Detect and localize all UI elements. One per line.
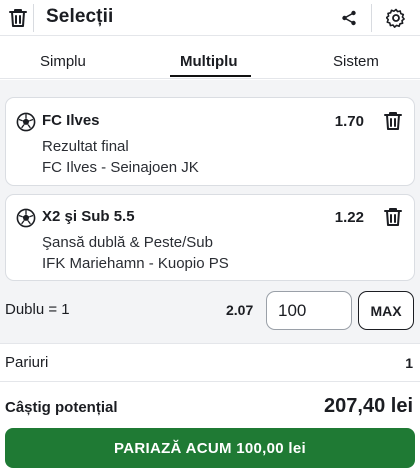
total-odds: 2.07 [226, 302, 254, 318]
selection-odds: 1.70 [334, 113, 364, 130]
selection-event: IFK Mariehamn - Kuopio PS [42, 255, 229, 272]
tab-simplu[interactable]: Simplu [40, 53, 86, 70]
stake-input[interactable] [266, 291, 352, 330]
bets-count-label: Pariuri [5, 354, 49, 371]
football-icon [16, 208, 36, 228]
place-bet-button[interactable]: PARIAZĂ ACUM 100,00 lei [5, 428, 415, 468]
selection-name: X2 şi Sub 5.5 [42, 208, 135, 225]
bet-type-tabs: Simplu Multiplu Sistem [0, 37, 420, 79]
selection-card: FC Ilves 1.70 Rezultat final FC Ilves - … [5, 97, 415, 186]
trash-icon[interactable] [6, 6, 30, 30]
tab-multiplu[interactable]: Multiplu [180, 53, 237, 70]
max-stake-button[interactable]: MAX [358, 291, 414, 330]
potential-win-label: Câștig potențial [5, 399, 118, 416]
selection-card: X2 şi Sub 5.5 1.22 Şansă dublă & Peste/S… [5, 194, 415, 281]
page-title: Selecții [46, 6, 114, 27]
selection-name: FC Ilves [42, 112, 100, 129]
selection-market: Rezultat final [42, 138, 129, 155]
bet-summary: Pariuri 1 Câștig potențial 207,40 lei PA… [0, 343, 420, 473]
remove-selection-icon[interactable] [382, 206, 404, 228]
summary-divider [0, 381, 420, 382]
selection-market: Şansă dublă & Peste/Sub [42, 234, 213, 251]
remove-selection-icon[interactable] [382, 110, 404, 132]
header-divider-right [371, 4, 372, 32]
share-icon[interactable] [337, 6, 361, 30]
combination-label: Dublu = 1 [5, 301, 70, 318]
gear-icon[interactable] [384, 6, 408, 30]
potential-win-value: 207,40 lei [324, 395, 413, 417]
selection-event: FC Ilves - Seinajoen JK [42, 159, 199, 176]
header: Selecții [0, 0, 420, 36]
header-divider-left [33, 4, 34, 32]
active-tab-indicator [170, 75, 251, 77]
tab-sistem[interactable]: Sistem [333, 53, 379, 70]
football-icon [16, 112, 36, 132]
bets-count-value: 1 [405, 355, 413, 371]
selection-odds: 1.22 [334, 209, 364, 226]
